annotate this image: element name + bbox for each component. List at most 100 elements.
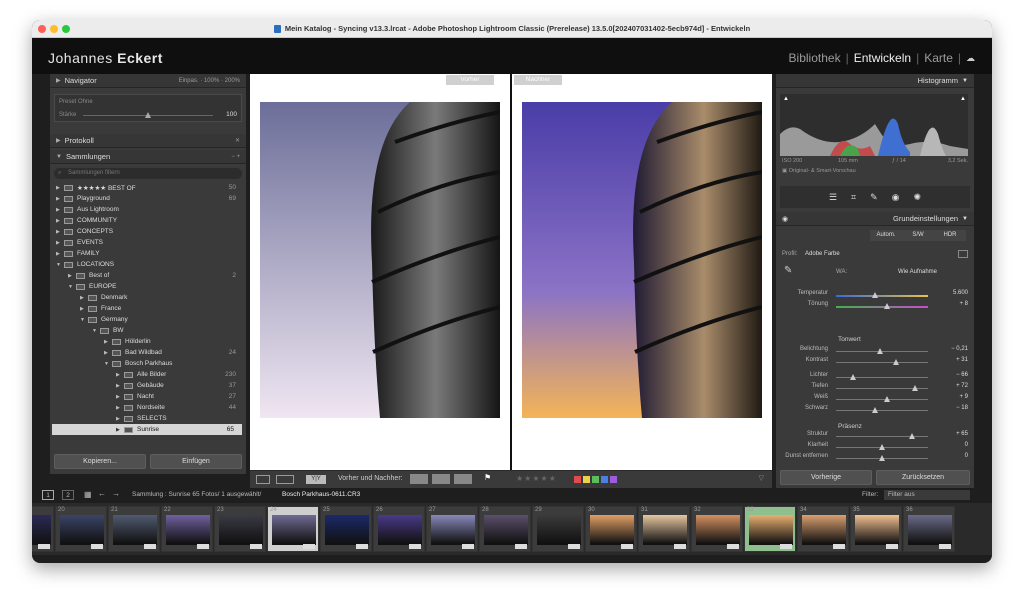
collection-item[interactable]: ▶ Aus Lightroom — [56, 204, 236, 215]
slider-track[interactable] — [836, 362, 928, 363]
navigator-header[interactable]: ▶ Navigator Einpas. · 100% · 200% — [50, 74, 246, 88]
collection-item[interactable]: ▶ EVENTS — [56, 237, 236, 248]
visibility-eye-icon[interactable]: ◉ — [782, 215, 788, 223]
slider-row[interactable]: Schwarz − 18 — [776, 405, 974, 415]
shadow-clipping-icon[interactable]: ▲ — [783, 96, 789, 102]
slider-track[interactable] — [836, 410, 928, 411]
auto-button[interactable]: Autom. — [870, 230, 902, 241]
module-bibliothek[interactable]: Bibliothek — [784, 51, 846, 65]
slider-row[interactable]: Temperatur 5.600 — [776, 290, 974, 300]
green-label-icon[interactable] — [592, 476, 599, 483]
filmstrip-thumbnail-selected[interactable]: 33 — [744, 506, 796, 552]
hdr-button[interactable]: HDR — [934, 230, 966, 241]
slider-knob[interactable] — [850, 374, 856, 380]
bw-button[interactable]: S/W — [902, 230, 934, 241]
smart-preview-status[interactable]: ▣ Original- & Smart-Vorschau — [782, 168, 856, 174]
slider-row[interactable]: Klarheit 0 — [776, 442, 974, 452]
slider-row[interactable]: Kontrast + 31 — [776, 357, 974, 367]
collection-item[interactable]: ▼ Bosch Parkhaus — [104, 358, 236, 369]
collection-item[interactable]: ▶ Bad Wildbad 24 — [104, 347, 236, 358]
filmstrip-thumbnail[interactable]: 24 — [267, 506, 319, 552]
slider-value[interactable]: + 31 — [956, 357, 968, 363]
masking-icon[interactable]: ✺ — [914, 192, 922, 203]
filmstrip-thumbnail[interactable]: 35 — [850, 506, 902, 552]
yellow-label-icon[interactable] — [583, 476, 590, 483]
wb-dropdown[interactable]: Wie Aufnahme — [898, 269, 937, 275]
red-label-icon[interactable] — [574, 476, 581, 483]
collection-item[interactable]: ▶ Best of 2 — [68, 270, 236, 281]
slider-row[interactable]: Weiß + 9 — [776, 394, 974, 404]
slider-row[interactable]: Struktur + 65 — [776, 431, 974, 441]
filmstrip-thumbnail[interactable]: 34 — [797, 506, 849, 552]
minimize-window-button[interactable] — [50, 25, 58, 33]
slider-value[interactable]: 5.600 — [953, 290, 968, 296]
red-eye-icon[interactable]: ◉ — [892, 192, 900, 203]
module-karte[interactable]: Karte — [919, 51, 958, 65]
slider-knob[interactable] — [879, 444, 885, 450]
blue-label-icon[interactable] — [601, 476, 608, 483]
source-path[interactable]: Sammlung : Sunrise 65 Fotos/ 1 ausgewähl… — [132, 491, 261, 498]
previous-button[interactable]: Vorherige — [780, 470, 872, 485]
collection-item[interactable]: ▶ Nacht 27 — [116, 391, 236, 402]
amount-slider-knob[interactable] — [145, 112, 151, 118]
collection-item[interactable]: ▼ BW — [92, 325, 236, 336]
collection-item[interactable]: ▶ ★★★★★ BEST OF 50 — [56, 182, 236, 193]
slider-knob[interactable] — [884, 396, 890, 402]
screen-2-button[interactable]: 2 — [62, 490, 74, 500]
collection-item[interactable]: ▶ Alle Bilder 230 — [116, 369, 236, 380]
slider-row[interactable]: Belichtung − 0,21 — [776, 346, 974, 356]
current-filename[interactable]: Bosch Parkhaus-0611.CR3 — [282, 491, 360, 498]
collection-item[interactable]: ▼ LOCATIONS — [56, 259, 236, 270]
collection-item[interactable]: ▶ Hölderlin — [104, 336, 236, 347]
before-after-mode-icon[interactable]: Y|Y — [306, 475, 326, 484]
profile-dropdown[interactable]: Adobe Farbe — [805, 251, 840, 257]
star-rating[interactable]: ★★★★★ — [516, 474, 557, 483]
slider-value[interactable]: − 18 — [956, 405, 968, 411]
slider-row[interactable]: Tiefen + 72 — [776, 383, 974, 393]
compare-view-icon[interactable] — [276, 475, 294, 484]
zoom-200[interactable]: 200% — [225, 78, 240, 84]
clear-history-icon[interactable]: ✕ — [235, 137, 240, 144]
slider-knob[interactable] — [909, 433, 915, 439]
filmstrip-thumbnail[interactable]: 30 — [585, 506, 637, 552]
slider-row[interactable]: Dunst entfernen 0 — [776, 453, 974, 463]
filmstrip-thumbnail[interactable]: 21 — [108, 506, 160, 552]
cloud-icon[interactable]: ☁ — [961, 53, 980, 64]
collections-header[interactable]: ▼ Sammlungen − + — [50, 150, 246, 164]
collection-item[interactable]: ▶ SELECTS — [116, 413, 236, 424]
slider-knob[interactable] — [872, 407, 878, 413]
reset-button[interactable]: Zurücksetzen — [876, 470, 970, 485]
screen-1-button[interactable]: 1 — [42, 490, 54, 500]
collection-item[interactable]: ▶ Gebäude 37 — [116, 380, 236, 391]
color-labels[interactable] — [574, 476, 617, 483]
collection-item[interactable]: ▶ Denmark — [80, 292, 236, 303]
collection-item[interactable]: ▶ CONCEPTS — [56, 226, 236, 237]
collection-item[interactable]: ▶ COMMUNITY — [56, 215, 236, 226]
slider-track[interactable] — [836, 295, 928, 297]
filmstrip-thumbnail[interactable]: 25 — [320, 506, 372, 552]
back-arrow-icon[interactable]: ← — [98, 489, 106, 498]
collection-item-selected[interactable]: ▶ Sunrise 65 — [52, 424, 242, 435]
slider-knob[interactable] — [879, 455, 885, 461]
white-balance-picker-icon[interactable]: ✎ — [784, 265, 792, 276]
slider-value[interactable]: + 9 — [959, 394, 968, 400]
paste-button[interactable]: Einfügen — [150, 454, 242, 469]
filmstrip-thumbnail[interactable]: 23 — [214, 506, 266, 552]
filmstrip-thumbnail[interactable]: 29 — [532, 506, 584, 552]
close-window-button[interactable] — [38, 25, 46, 33]
slider-knob[interactable] — [893, 359, 899, 365]
highlight-clipping-icon[interactable]: ▲ — [960, 96, 966, 102]
healing-icon[interactable]: ✎ — [870, 192, 878, 203]
filmstrip-thumbnail[interactable]: 27 — [426, 506, 478, 552]
crop-icon[interactable]: ⌗ — [851, 192, 856, 203]
collection-item[interactable]: ▼ Germany — [80, 314, 236, 325]
zoom-window-button[interactable] — [62, 25, 70, 33]
copy-button[interactable]: Kopieren... — [54, 454, 146, 469]
slider-knob[interactable] — [912, 385, 918, 391]
filmstrip-thumbnail[interactable] — [32, 506, 54, 552]
filmstrip-thumbnail[interactable]: 20 — [55, 506, 107, 552]
purple-label-icon[interactable] — [610, 476, 617, 483]
filmstrip-thumbnail[interactable]: 28 — [479, 506, 531, 552]
chevron-down-icon[interactable]: ▽ — [759, 474, 764, 482]
filter-dropdown[interactable]: Filter aus — [884, 490, 970, 500]
